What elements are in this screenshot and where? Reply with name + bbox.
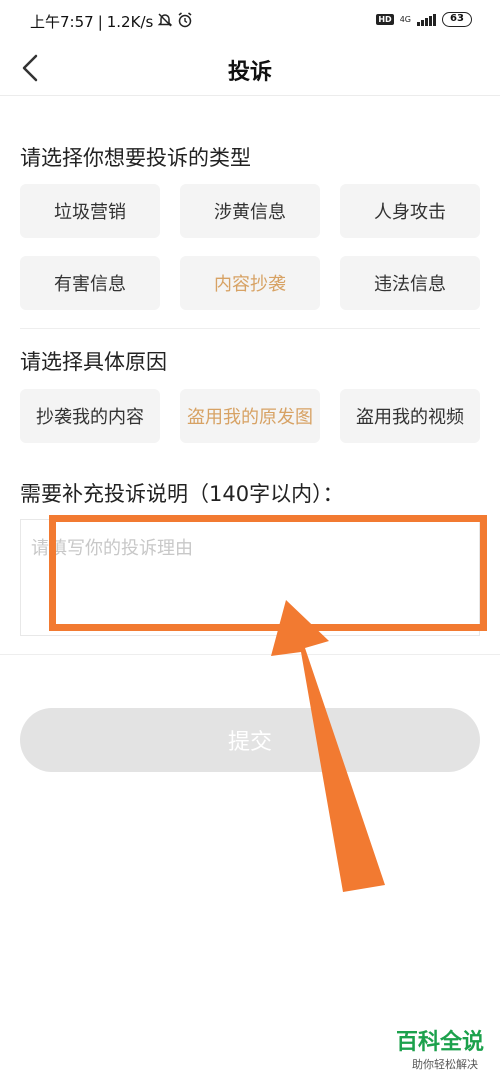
reason-option-copied-content[interactable]: 抄袭我的内容 [20, 389, 160, 443]
battery-icon: 63 [442, 12, 472, 27]
annotation-highlight-box [49, 515, 487, 631]
signal-icon [417, 13, 436, 26]
reason-option-stolen-image[interactable]: 盗用我的原发图 [180, 389, 320, 443]
status-time: 上午7:57 [30, 13, 94, 31]
type-option-plagiarism[interactable]: 内容抄袭 [180, 256, 320, 310]
mute-notification-icon [157, 12, 173, 32]
type-option-personal-attack[interactable]: 人身攻击 [340, 184, 480, 238]
status-left: 上午7:57 | 1.2K/s [30, 11, 193, 32]
reason-option-stolen-video[interactable]: 盗用我的视频 [340, 389, 480, 443]
status-net-speed: 1.2K/s [106, 12, 154, 31]
nav-bar: 投诉 [0, 40, 500, 96]
reason-section-title: 请选择具体原因 [20, 350, 167, 374]
status-separator: | [97, 12, 103, 31]
alarm-icon [177, 11, 193, 32]
type-option-porn[interactable]: 涉黄信息 [180, 184, 320, 238]
hd-badge: HD [376, 14, 394, 25]
watermark-logo: 百科全说 [395, 1030, 484, 1055]
type-option-illegal[interactable]: 违法信息 [340, 256, 480, 310]
type-section-title: 请选择你想要投诉的类型 [20, 146, 251, 170]
type-option-spam[interactable]: 垃圾营销 [20, 184, 160, 238]
section-divider [20, 328, 480, 329]
bottom-divider [0, 654, 500, 655]
watermark-subtitle: 助你轻松解决 [412, 1058, 478, 1071]
status-bar: 上午7:57 | 1.2K/s HD 4G 63 [0, 0, 500, 40]
description-section-title: 需要补充投诉说明（140字以内）： [20, 482, 344, 506]
type-option-harmful[interactable]: 有害信息 [20, 256, 160, 310]
page-title: 投诉 [227, 60, 272, 85]
submit-button[interactable]: 提交 [20, 708, 480, 772]
status-right: HD 4G 63 [376, 12, 472, 27]
network-type: 4G [399, 14, 411, 24]
